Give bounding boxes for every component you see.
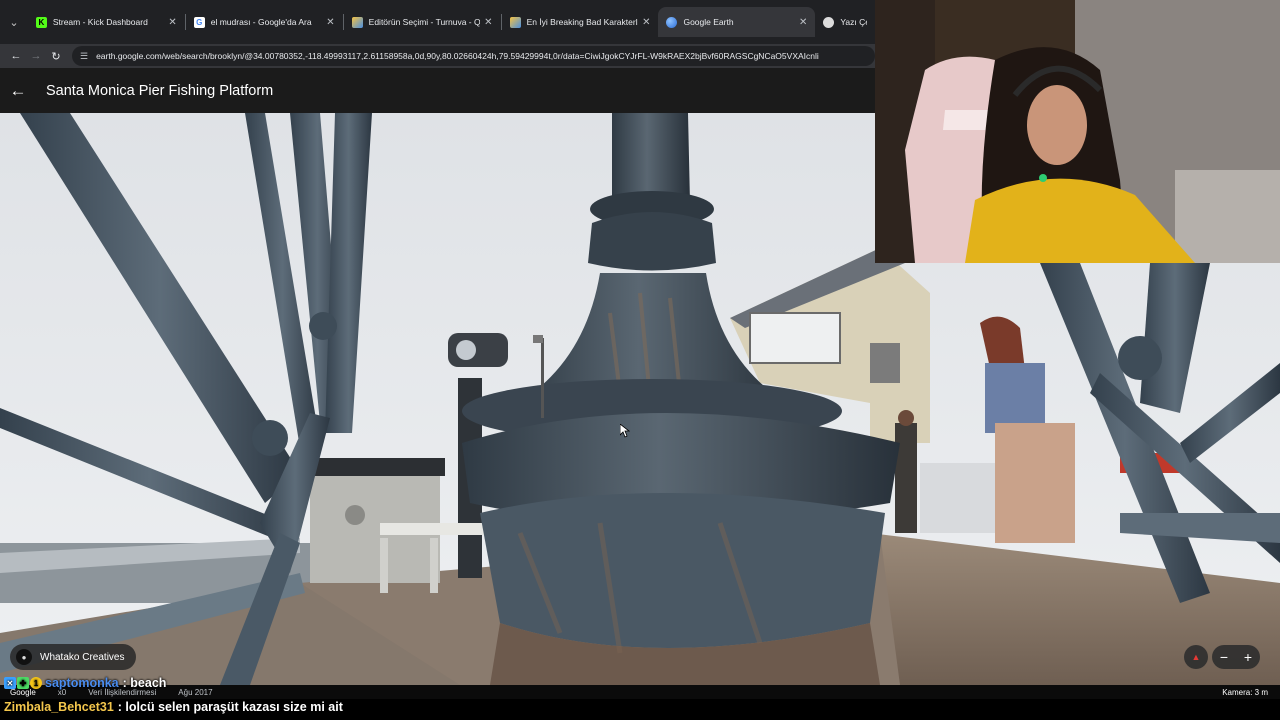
google-icon: G	[193, 16, 205, 28]
browser-tabstrip: ⌄ K Stream - Kick Dashboard ✕ G el mudra…	[0, 0, 875, 44]
streamer-webcam-image	[875, 0, 1280, 263]
compass-icon[interactable]: ▲	[1184, 645, 1208, 669]
translate-icon	[823, 16, 835, 28]
tab-kick-dashboard[interactable]: K Stream - Kick Dashboard ✕	[28, 7, 185, 37]
chat-badges: ✕ ✚ 1	[4, 677, 42, 689]
tab-google-search[interactable]: G el mudrası - Google'da Ara ✕	[186, 7, 343, 37]
contributor-name: Whatako Creatives	[40, 651, 125, 663]
photo-attribution-chip[interactable]: ● Whatako Creatives	[10, 644, 137, 670]
back-icon[interactable]: ←	[6, 50, 26, 62]
url-text: earth.google.com/web/search/brooklyn/@34…	[96, 51, 819, 61]
tab-translate[interactable]: Yazı Çevir	[815, 7, 875, 37]
camera-altitude: Kamera: 3 m	[1222, 687, 1268, 697]
verified-badge-icon: ✕	[4, 677, 16, 689]
close-icon[interactable]: ✕	[168, 17, 176, 28]
tab-editors-choice[interactable]: Editörün Seçimi - Turnuva - Qu ✕	[344, 7, 501, 37]
zoom-in-button[interactable]: +	[1236, 645, 1260, 669]
arrow-left-icon[interactable]: ←	[0, 81, 36, 101]
reload-icon[interactable]: ↻	[46, 50, 66, 63]
imagery-date: Ağu 2017	[178, 687, 213, 697]
mouse-cursor-icon	[620, 424, 630, 438]
subscriber-badge-icon: ✚	[17, 677, 29, 689]
chat-username: Zimbala_Behcet31	[4, 700, 114, 714]
chat-text: lolcü selen paraşüt kazası size mi ait	[125, 700, 343, 714]
map-controls: ▲ − +	[1184, 645, 1260, 669]
forward-icon[interactable]: →	[26, 50, 46, 62]
chat-text: beach	[130, 676, 167, 690]
kick-icon: K	[35, 16, 47, 28]
webcam-overlay	[875, 0, 1280, 263]
close-icon[interactable]: ✕	[484, 17, 492, 28]
gift-badge-icon: 1	[30, 677, 42, 689]
rainbow-icon	[351, 16, 363, 28]
chat-username: saptomonka	[45, 676, 119, 690]
tab-search-chevron-icon[interactable]: ⌄	[4, 12, 24, 32]
chat-message: ✕ ✚ 1 saptomonka : beach	[4, 676, 166, 690]
tab-google-earth[interactable]: Google Earth ✕	[658, 7, 816, 37]
earth-place-header: ← Santa Monica Pier Fishing Platform	[0, 68, 875, 113]
earth-footer: Google x0 Veri İlişkilendirmesi Ağu 2017…	[0, 685, 1280, 699]
close-icon[interactable]: ✕	[326, 17, 334, 28]
earth-icon	[666, 16, 678, 28]
rainbow-icon	[509, 16, 521, 28]
screen: ⌄ K Stream - Kick Dashboard ✕ G el mudra…	[0, 0, 1280, 720]
browser-toolbar: ← → ↻ ☰ earth.google.com/web/search/broo…	[0, 44, 875, 68]
address-bar[interactable]: ☰ earth.google.com/web/search/brooklyn/@…	[72, 46, 875, 66]
zoom-out-button[interactable]: −	[1212, 645, 1236, 669]
place-title: Santa Monica Pier Fishing Platform	[46, 82, 274, 99]
close-icon[interactable]: ✕	[799, 17, 807, 28]
contributor-avatar: ●	[16, 649, 32, 665]
zoom-controls: − +	[1212, 645, 1260, 669]
site-info-icon[interactable]: ☰	[80, 51, 88, 62]
tab-breaking-bad[interactable]: En İyi Breaking Bad Karakterler ✕	[502, 7, 659, 37]
chat-message: Zimbala_Behcet31 : lolcü selen paraşüt k…	[4, 700, 343, 714]
close-icon[interactable]: ✕	[642, 17, 650, 28]
